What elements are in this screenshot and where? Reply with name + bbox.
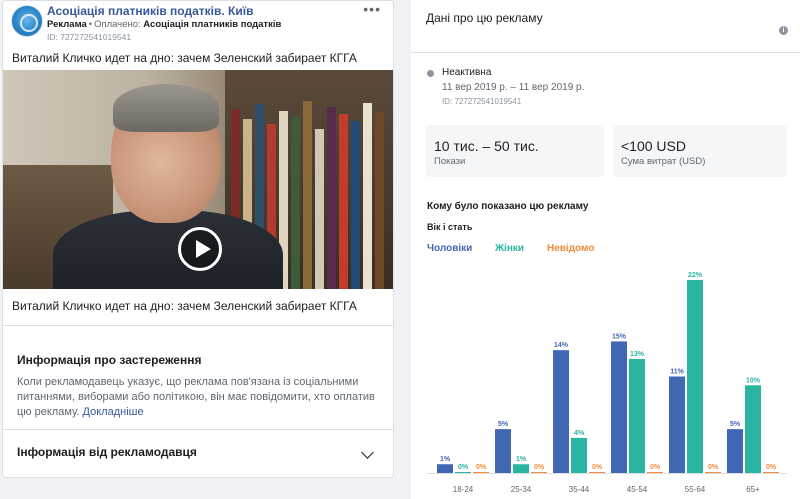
bar-Невідомо-35-44[interactable] (589, 472, 605, 473)
impressions-card: 10 тис. – 50 тис. Покази (426, 125, 604, 177)
bar-label: 0% (650, 464, 661, 471)
bar-Чоловіки-35-44[interactable] (553, 350, 569, 473)
audience-title: Кому було показано цю рекламу (427, 201, 589, 212)
tab-age-sex[interactable]: Вік і стать (427, 222, 472, 232)
details-title: Дані про цю рекламу (426, 11, 543, 25)
post-text: Виталий Кличко идет на дно: зачем Зеленс… (12, 51, 357, 65)
video-caption: Виталий Кличко идет на дно: зачем Зеленс… (12, 299, 357, 313)
chevron-down-icon[interactable] (361, 446, 374, 459)
bar-Чоловіки-65+[interactable] (727, 429, 743, 473)
bar-Жінки-45-54[interactable] (629, 358, 645, 473)
impressions-label: Покази (434, 156, 466, 167)
disclaimer-body: Коли рекламодавець указує, що реклама по… (17, 375, 387, 420)
bar-label: 10% (746, 377, 761, 384)
bar-Жінки-18-24[interactable] (455, 472, 471, 473)
bar-label: 5% (498, 421, 509, 428)
section-divider (3, 325, 393, 326)
bar-label: 5% (730, 421, 741, 428)
bar-label: 0% (476, 464, 487, 471)
bar-Жінки-35-44[interactable] (571, 437, 587, 473)
age-gender-chart: 1% 0% 0% 18-24 5% 1% 0% 25-34 14% 4% 0% 35-44 15% 13%… (427, 272, 787, 494)
bar-label: 0% (766, 464, 777, 471)
book (303, 101, 312, 289)
x-tick-label: 35-44 (569, 485, 590, 494)
paid-prefix: Оплачено: (94, 19, 141, 30)
panel-divider (411, 52, 800, 53)
bar-Чоловіки-18-24[interactable] (437, 464, 453, 473)
status-text: Неактивна (442, 67, 492, 78)
bar-Невідомо-65+[interactable] (763, 472, 779, 473)
bar-label: 1% (440, 456, 451, 463)
bar-Невідомо-25-34[interactable] (531, 472, 547, 473)
paid-by-name[interactable]: Асоціація платників податків (143, 19, 281, 30)
book (339, 114, 348, 289)
play-icon[interactable] (178, 227, 222, 271)
bar-Невідомо-18-24[interactable] (473, 472, 489, 473)
bar-Невідомо-45-54[interactable] (647, 472, 663, 473)
post-header: Асоціація платників податків. Київ Рекла… (3, 1, 393, 45)
book (363, 103, 372, 289)
sponsored-label: Реклама (47, 19, 87, 30)
x-tick-label: 45-54 (627, 485, 648, 494)
bar-label: 11% (670, 369, 684, 376)
bar-label: 15% (612, 333, 627, 340)
bar-label: 14% (554, 342, 569, 349)
advertiser-info-title[interactable]: Інформація від рекламодавця (17, 445, 197, 459)
x-tick-label: 18-24 (453, 485, 474, 494)
bar-label: 0% (534, 464, 545, 471)
section-divider (3, 429, 393, 430)
ad-details-panel: Дані про цю рекламу i Неактивна 11 вер 2… (411, 0, 800, 499)
video-player[interactable] (3, 70, 393, 289)
bar-label: 1% (516, 456, 527, 463)
bar-label: 0% (458, 464, 469, 471)
legend-women: Жінки (495, 243, 525, 254)
bar-label: 22% (688, 272, 703, 279)
book (291, 117, 300, 289)
book (375, 112, 384, 289)
impressions-value: 10 тис. – 50 тис. (434, 138, 539, 154)
ad-library-view: Асоціація платників податків. Київ Рекла… (0, 0, 800, 499)
page-name-link[interactable]: Асоціація платників податків. Київ (47, 4, 253, 18)
spend-label: Сума витрат (USD) (621, 156, 706, 167)
disclaimer-title: Информація про застереження (17, 353, 202, 367)
post-ad-id: ID: 727272541019541 (47, 32, 132, 42)
spend-card: <100 USD Сума витрат (USD) (613, 125, 787, 177)
bar-label: 4% (574, 430, 585, 437)
info-icon[interactable]: i (779, 26, 788, 35)
separator-dot: • (88, 19, 93, 30)
details-ad-id: ID: 727272541019541 (442, 97, 522, 106)
legend-men: Чоловіки (427, 243, 473, 254)
sponsor-line: Реклама • Оплачено: Асоціація платників по… (47, 19, 281, 30)
video-person-hair (113, 84, 219, 132)
book (327, 107, 336, 289)
more-dots-icon[interactable]: ••• (363, 1, 381, 17)
x-tick-label: 25-34 (511, 485, 532, 494)
page-avatar[interactable] (11, 5, 43, 37)
book (351, 121, 360, 289)
x-tick-label: 55-64 (685, 485, 706, 494)
legend-unknown: Невідомо (547, 243, 595, 254)
spend-value: <100 USD (621, 138, 686, 154)
ad-preview-card: Асоціація платників податків. Київ Рекла… (2, 0, 394, 478)
bar-label: 13% (630, 351, 645, 358)
bar-Жінки-65+[interactable] (745, 385, 761, 473)
learn-more-link[interactable]: Докладніше (83, 406, 144, 418)
bar-Жінки-55-64[interactable] (687, 280, 703, 473)
bar-label: 0% (592, 464, 603, 471)
bar-label: 0% (708, 464, 719, 471)
disclaimer-text: Коли рекламодавець указує, що реклама по… (17, 376, 375, 418)
book (315, 129, 324, 289)
bar-Невідомо-55-64[interactable] (705, 472, 721, 473)
bar-Чоловіки-25-34[interactable] (495, 429, 511, 473)
x-tick-label: 65+ (746, 485, 760, 494)
bar-Жінки-25-34[interactable] (513, 464, 529, 473)
bar-Чоловіки-55-64[interactable] (669, 376, 685, 474)
inactive-status-dot (427, 70, 434, 77)
bar-Чоловіки-45-54[interactable] (611, 341, 627, 473)
run-dates: 11 вер 2019 р. – 11 вер 2019 р. (442, 82, 585, 93)
